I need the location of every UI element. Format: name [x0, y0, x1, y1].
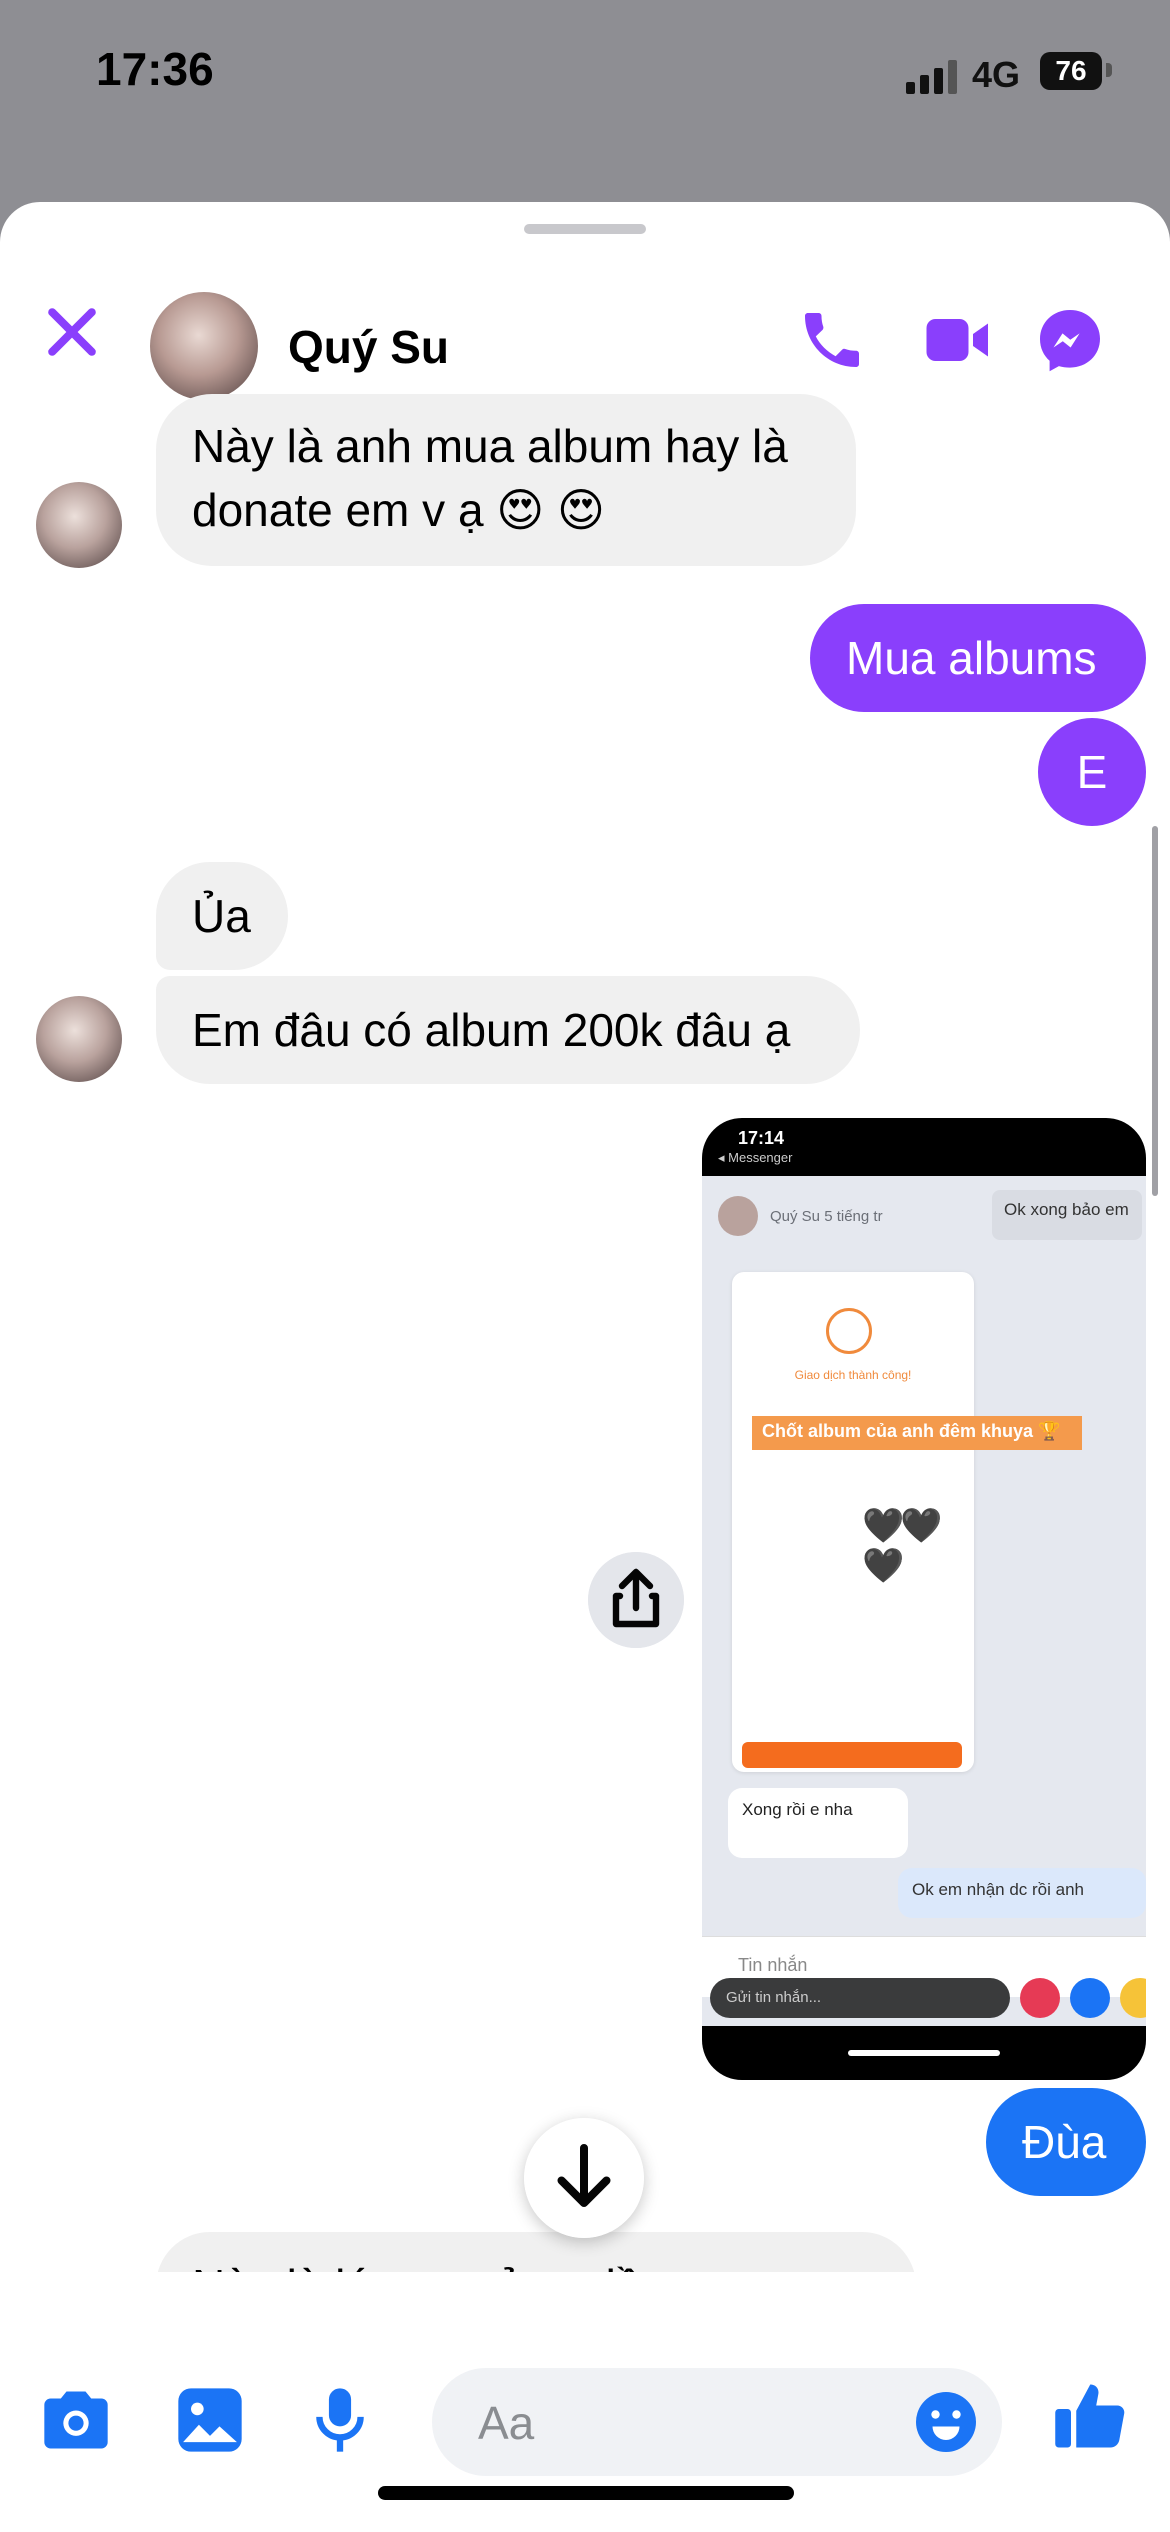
message-text: Này là anh mua album hay là: [192, 420, 788, 472]
close-icon[interactable]: [44, 304, 100, 360]
message-bubble-outgoing[interactable]: Đùa: [986, 2088, 1146, 2196]
video-call-icon[interactable]: [922, 304, 994, 376]
message-input[interactable]: [476, 2392, 880, 2454]
thumb-msg-in: Xong rồi e nha: [728, 1788, 908, 1858]
sender-avatar[interactable]: [36, 996, 122, 1082]
messenger-icon[interactable]: [1034, 304, 1106, 376]
message-bubble-outgoing[interactable]: E: [1038, 718, 1146, 826]
shared-image-attachment[interactable]: 17:14 ◂ Messenger Quý Su 5 tiếng tr Ok x…: [702, 1118, 1146, 2080]
thumb-receipt: Giao dịch thành công! 🖤🖤🖤: [732, 1272, 974, 1772]
scroll-to-bottom-button[interactable]: [524, 2118, 644, 2238]
sender-avatar[interactable]: [36, 482, 122, 568]
network-type: 4G: [972, 54, 1021, 95]
thumb-story-title: Quý Su 5 tiếng tr: [770, 1208, 883, 1225]
status-bar: 17:36 4G 76: [0, 0, 1170, 150]
message-text: donate em v ạ 😍 😍: [192, 484, 605, 536]
thumb-msg-out: Ok em nhận dc rồi anh: [898, 1868, 1146, 1918]
thumb-heart-reactions: 🖤🖤🖤: [862, 1507, 943, 1585]
battery-icon: 76: [1040, 52, 1102, 90]
emoji-icon[interactable]: [910, 2386, 982, 2458]
scrollbar[interactable]: [1152, 826, 1158, 1196]
thumb-heart-icon: [1020, 1978, 1060, 2018]
phone-call-icon[interactable]: [796, 304, 868, 376]
chat-header: Quý Su: [0, 242, 1170, 400]
microphone-icon[interactable]: [302, 2382, 378, 2458]
thumb-content: Quý Su 5 tiếng tr Ok xong bảo em Giao dị…: [702, 1176, 1146, 2026]
message-bubble-incoming[interactable]: Này là anh mua album hay là donate em v …: [156, 394, 856, 566]
status-time: 17:36: [96, 43, 214, 95]
message-bubble-incoming[interactable]: Em đâu có album 200k đâu ạ: [156, 976, 860, 1084]
like-thumbs-up-icon[interactable]: [1050, 2374, 1134, 2458]
message-bubble-incoming[interactable]: Ủa: [156, 862, 288, 970]
thumb-orange-button: [742, 1742, 962, 1768]
thumb-app-label: ◂ Messenger: [718, 1150, 793, 1165]
camera-icon[interactable]: [38, 2382, 114, 2458]
thumb-order-banner: Chốt album của anh đêm khuya 🏆: [752, 1416, 1082, 1450]
gallery-icon[interactable]: [172, 2382, 248, 2458]
thumb-success-text: Giao dịch thành công!: [794, 1368, 912, 1382]
chat-sheet: Quý Su Này là anh mua album hay là donat…: [0, 202, 1170, 2532]
battery-cap: [1106, 63, 1112, 77]
message-bubble-outgoing[interactable]: Mua albums: [810, 604, 1146, 712]
home-indicator: [378, 2486, 794, 2500]
thumb-home-indicator: [848, 2050, 1000, 2056]
thumb-like-icon: [1070, 1978, 1110, 2018]
sheet-grabber[interactable]: [524, 224, 646, 234]
thumb-reply-label: Ok xong bảo em: [992, 1190, 1142, 1240]
thumb-input-placeholder: Tin nhắn: [738, 1955, 808, 1975]
contact-name[interactable]: Quý Su: [288, 320, 449, 374]
contact-avatar[interactable]: [150, 292, 258, 400]
message-input-field[interactable]: [432, 2368, 1002, 2476]
thumb-send-placeholder: Gửi tin nhắn...: [710, 1978, 1010, 2018]
thumb-avatar: [718, 1196, 758, 1236]
thumb-time: 17:14: [738, 1128, 785, 1148]
share-icon[interactable]: [588, 1552, 684, 1648]
cellular-signal-icon: [906, 60, 960, 94]
thumb-check-icon: [826, 1308, 872, 1354]
